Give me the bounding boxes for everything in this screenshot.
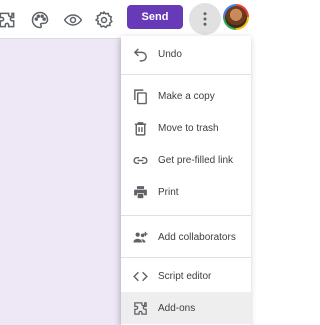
copy-icon [131,87,149,105]
menu-item-add-collaborators[interactable]: Add collaborators [121,221,251,253]
more-vert-icon [203,12,207,26]
menu-item-label: Print [158,186,179,198]
menu-item-label: Make a copy [158,90,215,102]
menu-item-label: Move to trash [158,122,219,134]
menu-item-label: Get pre-filled link [158,154,234,166]
menu-divider [121,257,251,258]
menu-divider [121,215,251,216]
form-background [0,39,121,325]
menu-item-add-ons[interactable]: Add-ons [121,292,251,324]
menu-item-label: Undo [158,48,182,60]
menu-item-get-pre-filled-link[interactable]: Get pre-filled link [121,144,251,176]
code-icon [131,267,149,285]
puzzle-icon [131,299,149,317]
menu-item-label: Add-ons [158,302,196,314]
avatar[interactable] [223,4,249,30]
link-icon [131,151,149,169]
menu-item-make-a-copy[interactable]: Make a copy [121,80,251,112]
menu-item-print[interactable]: Print [121,176,251,208]
palette-icon[interactable] [28,8,52,32]
send-button[interactable]: Send [127,5,183,29]
more-options-menu: Undo Make a copy Move to trash Get pre-f… [121,36,251,325]
menu-item-move-to-trash[interactable]: Move to trash [121,112,251,144]
gear-icon[interactable] [92,8,116,32]
print-icon [131,183,149,201]
undo-icon [131,45,149,63]
eye-icon[interactable] [61,8,85,32]
addons-puzzle-icon[interactable] [0,8,19,32]
person-add-icon [131,228,149,246]
trash-icon [131,119,149,137]
menu-divider [121,74,251,75]
menu-item-label: Add collaborators [158,231,236,243]
menu-item-script-editor[interactable]: Script editor [121,260,251,292]
more-options-button[interactable] [189,3,221,35]
top-toolbar: Send [0,0,251,40]
menu-item-undo[interactable]: Undo [121,38,251,70]
avatar-image [225,6,247,28]
menu-item-label: Script editor [158,270,212,282]
